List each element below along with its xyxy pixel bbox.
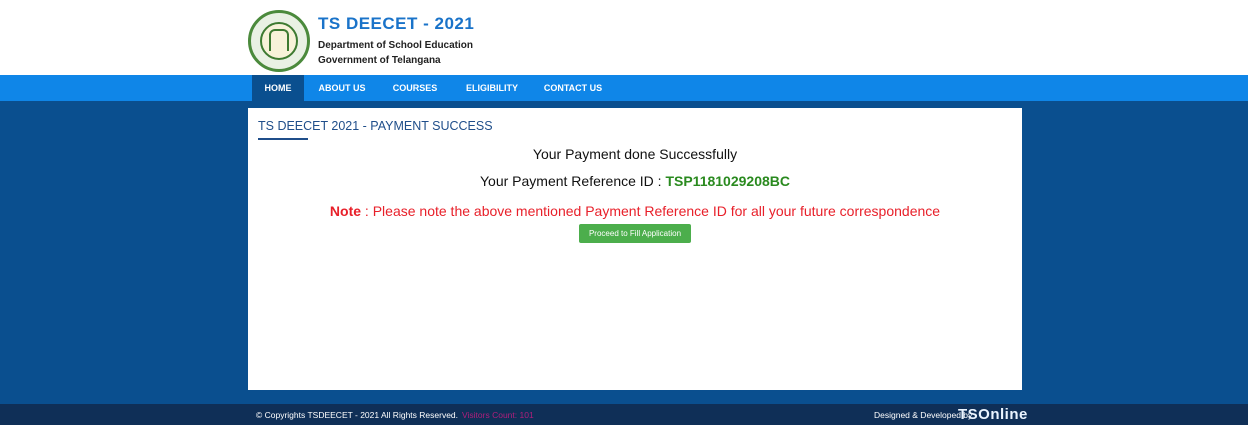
nav-item-eligibility[interactable]: ELIGIBILITY	[460, 75, 524, 101]
footer-visitors-count: Visitors Count: 101	[462, 410, 534, 420]
panel-title: TS DEECET 2021 - PAYMENT SUCCESS	[258, 119, 493, 133]
footer-copyright: © Copyrights TSDEECET - 2021 All Rights …	[256, 410, 534, 420]
note-line: Note : Please note the above mentioned P…	[248, 203, 1022, 219]
emblem-gate-shape	[269, 29, 289, 51]
footer-copyright-text: © Copyrights TSDEECET - 2021 All Rights …	[256, 410, 459, 420]
nav-bar	[0, 75, 1248, 101]
note-label: Note	[329, 203, 362, 219]
site-footer	[0, 404, 1248, 425]
nav-item-courses[interactable]: COURSES	[385, 75, 445, 101]
nav-item-home[interactable]: HOME	[252, 75, 304, 101]
nav-item-about-us[interactable]: ABOUT US	[312, 75, 372, 101]
telangana-emblem-icon	[248, 10, 310, 72]
proceed-to-fill-application-button[interactable]: Proceed to Fill Application	[579, 224, 691, 243]
tsonline-logo[interactable]: TSOnline	[958, 406, 1028, 423]
payment-success-panel: TS DEECET 2021 - PAYMENT SUCCESS Your Pa…	[248, 108, 1022, 390]
payment-reference-id: TSP1181029208BC	[665, 173, 790, 189]
payment-reference-line: Your Payment Reference ID : TSP118102920…	[248, 173, 1022, 189]
site-subtitle-government: Government of Telangana	[318, 55, 441, 66]
tsonline-logo-text: TSOnline	[958, 406, 1028, 423]
site-subtitle-department: Department of School Education	[318, 40, 474, 51]
panel-title-underline	[258, 138, 308, 140]
payment-reference-label: Your Payment Reference ID :	[479, 173, 666, 189]
payment-success-message: Your Payment done Successfully	[532, 146, 738, 162]
site-title: TS DEECET - 2021	[318, 14, 475, 33]
note-text: : Please note the above mentioned Paymen…	[361, 203, 941, 219]
site-header	[0, 0, 1248, 75]
nav-item-contact-us[interactable]: CONTACT US	[540, 75, 606, 101]
